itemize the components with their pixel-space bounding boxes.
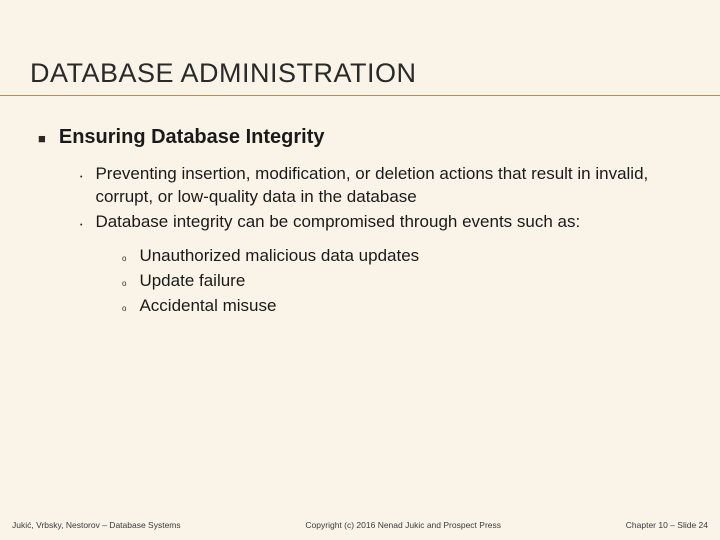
bullet-text: Preventing insertion, modification, or d… [95,163,682,209]
level3-list: o Unauthorized malicious data updates o … [122,245,682,318]
slide-footer: Jukić, Vrbsky, Nestorov – Database Syste… [0,520,720,530]
title-bar: DATABASE ADMINISTRATION [0,0,720,96]
list-item: o Unauthorized malicious data updates [122,245,682,268]
footer-slide-number: Chapter 10 – Slide 24 [626,520,708,530]
circle-bullet-icon: o [122,300,126,318]
section-heading: Ensuring Database Integrity [59,124,325,151]
bullet-text: Accidental misuse [139,295,276,318]
level2-list: • Preventing insertion, modification, or… [80,163,682,317]
list-item: • Database integrity can be compromised … [80,211,682,235]
circle-bullet-icon: o [122,275,126,293]
list-item: • Preventing insertion, modification, or… [80,163,682,209]
section-heading-item: ■ Ensuring Database Integrity [38,124,682,151]
list-item: o Update failure [122,270,682,293]
list-item: o Accidental misuse [122,295,682,318]
slide-container: DATABASE ADMINISTRATION ■ Ensuring Datab… [0,0,720,540]
footer-authors: Jukić, Vrbsky, Nestorov – Database Syste… [12,520,181,530]
slide-title: DATABASE ADMINISTRATION [30,58,690,89]
footer-copyright: Copyright (c) 2016 Nenad Jukic and Prosp… [181,520,626,530]
bullet-text: Database integrity can be compromised th… [95,211,580,234]
bullet-text: Update failure [139,270,245,293]
circle-bullet-icon: o [122,250,126,268]
dot-bullet-icon: • [80,170,82,187]
square-bullet-icon: ■ [38,130,46,148]
dot-bullet-icon: • [80,218,82,235]
bullet-text: Unauthorized malicious data updates [139,245,419,268]
slide-content: ■ Ensuring Database Integrity • Preventi… [0,96,720,317]
